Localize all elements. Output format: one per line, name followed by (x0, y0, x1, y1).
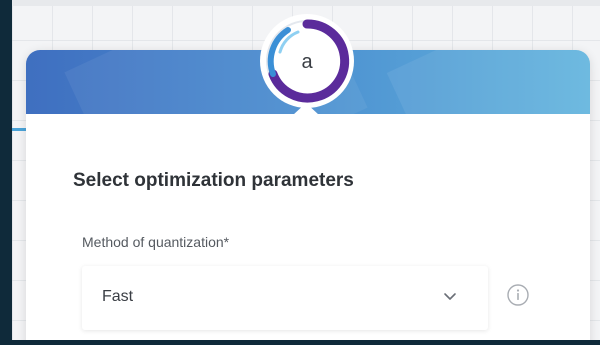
app-logo-icon: a (258, 12, 356, 110)
logo-graphic: a (260, 14, 354, 108)
quantization-label: Method of quantization* (82, 234, 230, 250)
quantization-selected-value: Fast (102, 288, 134, 305)
accent-line (12, 128, 26, 131)
top-bar (12, 0, 600, 6)
bottom-edge (12, 340, 600, 345)
section-title: Select optimization parameters (73, 170, 354, 191)
info-icon[interactable] (506, 283, 530, 307)
screen: a Select optimization parameters Method … (0, 0, 600, 345)
chevron-down-icon (444, 293, 456, 300)
quantization-select[interactable]: Fast (82, 266, 488, 330)
logo-letter: a (301, 51, 313, 73)
sidebar-edge (0, 0, 12, 345)
